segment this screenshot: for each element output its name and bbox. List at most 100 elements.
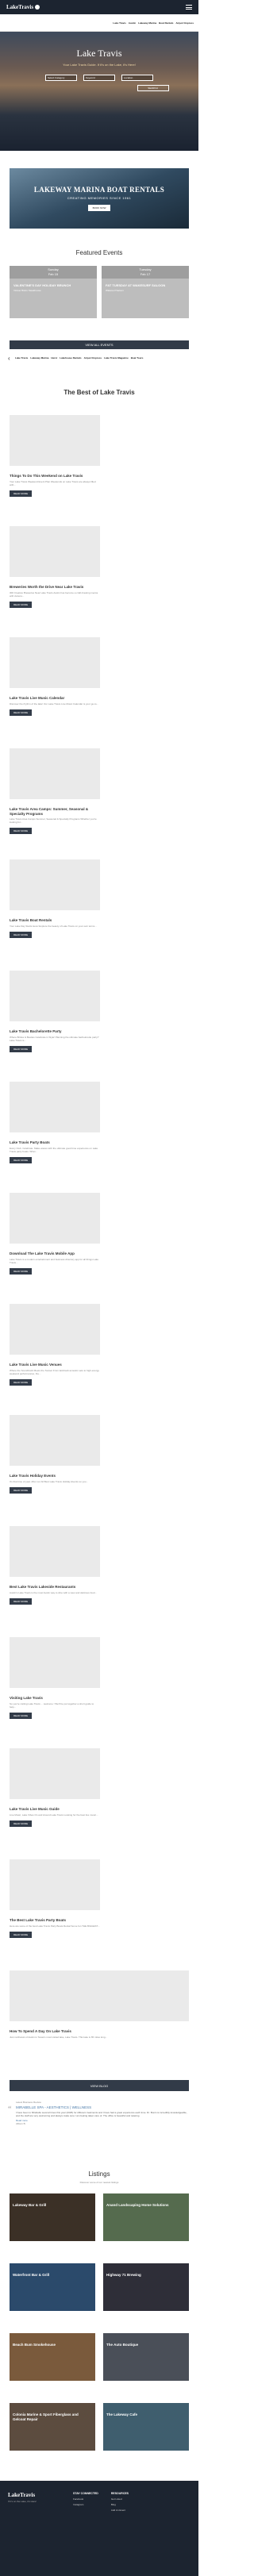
partner-logo[interactable]: Hurst — [51, 356, 57, 359]
read-more-button[interactable]: READ MORE — [10, 1267, 33, 1275]
blog-card[interactable]: The Best Lake Travis Party Boats Here are… — [10, 1859, 100, 1970]
read-more-button[interactable]: READ MORE — [10, 1156, 33, 1163]
blog-card-title[interactable]: Lake Travis Area Camps: Summer, Seasonal… — [10, 807, 100, 816]
partner-logo[interactable]: Lakeway Marina — [30, 356, 48, 359]
quote-icon: “ — [8, 2105, 12, 2114]
read-more-button[interactable]: READ MORE — [10, 828, 33, 834]
location-input[interactable]: Location — [121, 75, 153, 81]
blog-card-title[interactable]: Lake Travis Live Music Calendar — [10, 696, 100, 701]
listing-card[interactable]: Anand Landscaping Home Solutions — [103, 2193, 189, 2241]
footer-tagline: If it's on the Lake, it's Here! — [8, 2500, 37, 2503]
read-more-button[interactable]: READ MORE — [10, 1486, 33, 1494]
site-logo[interactable]: LakeTravis — [6, 4, 40, 10]
marina-banner[interactable]: LAKEWAY MARINA BOAT RENTALS CREATING MEM… — [10, 168, 189, 229]
blog-card-title[interactable]: Things To Do This Weekend on Lake Travis — [10, 474, 100, 479]
blog-card[interactable]: Lake Travis Bachelorette Party Where Brid… — [10, 971, 100, 1082]
read-more-button[interactable]: READ MORE — [10, 1712, 33, 1719]
review-title[interactable]: MIRABELLE SPA - AESTHETICS | WELLNESS — [10, 2105, 189, 2109]
read-more-button[interactable]: READ MORE — [10, 1598, 33, 1605]
blog-card[interactable]: Lake Travis Live Music Venues Where the S… — [10, 1304, 100, 1415]
blog-card-title[interactable]: Download The Lake Travis Mobile App — [10, 1251, 100, 1256]
footer-link-instagram[interactable]: Instagram — [73, 2503, 98, 2506]
blog-card[interactable]: Download The Lake Travis Mobile App Lake … — [10, 1193, 100, 1304]
footer-link-facebook[interactable]: Facebook — [73, 2497, 98, 2501]
read-more-button[interactable]: READ MORE — [10, 490, 33, 497]
event-venue: Vintner Bistro Steakhouse — [13, 289, 41, 292]
blog-card-excerpt: Lake Travis Area Camps Summer, Seasonal … — [10, 817, 97, 824]
read-more-button[interactable]: READ MORE — [10, 601, 33, 608]
listing-card[interactable]: The Auto Boutique — [103, 2333, 189, 2381]
review-meta: Latest Business Review — [16, 2101, 41, 2104]
blog-card-title[interactable]: Lake Travis Bachelorette Party — [10, 1029, 100, 1034]
blog-card-title[interactable]: Lake Travis Holiday Events — [10, 1474, 100, 1478]
blog-card-title[interactable]: Breweries Worth the Drive Near Lake Trav… — [10, 585, 100, 590]
blog-card[interactable]: Lake Travis Party Boats Every Club. Celeb… — [10, 1082, 100, 1193]
read-more-button[interactable]: READ MORE — [10, 709, 33, 716]
read-more-button[interactable]: READ MORE — [10, 1931, 33, 1938]
footer-link-blog[interactable]: Blog — [111, 2503, 129, 2506]
blog-card[interactable]: Breweries Worth the Drive Near Lake Trav… — [10, 526, 100, 637]
listing-card[interactable]: The Lakeway Cafe — [103, 2403, 189, 2451]
listing-card[interactable]: Lakeway Bar & Grill — [10, 2193, 95, 2241]
footer-link-get-listed[interactable]: Get Listed — [111, 2497, 129, 2501]
keyword-input[interactable]: Keyword — [83, 75, 115, 81]
sponsor-logo[interactable]: Austin — [129, 21, 136, 25]
blog-card-title[interactable]: Visiting Lake Travis — [10, 1696, 100, 1701]
sponsor-logo[interactable]: Lakeway Marina — [138, 21, 156, 25]
footer-brand: LakeTravis If it's on the Lake, it's Her… — [8, 2492, 37, 2565]
search-button[interactable]: SEARCH — [137, 85, 169, 91]
partner-logo[interactable]: Airport Express — [84, 356, 102, 359]
blog-card[interactable]: Things To Do This Weekend on Lake Travis… — [10, 415, 100, 526]
best-of-grid: Things To Do This Weekend on Lake Travis… — [0, 396, 198, 1970]
blog-card-title[interactable]: The Best Lake Travis Party Boats — [10, 1918, 100, 1923]
blog-card[interactable]: Visiting Lake Travis So you're visiting L… — [10, 1637, 100, 1748]
footer-logo[interactable]: LakeTravis — [8, 2492, 37, 2498]
blog-card-excerpt: Austin's Lake Travis is the most Austin … — [10, 1590, 97, 1594]
book-now-button[interactable]: BOOK NOW — [87, 205, 111, 211]
event-card[interactable]: Tuesday Feb 17 FAT TUESDAY AT WAKESURF S… — [102, 266, 189, 318]
blog-card-title[interactable]: Lake Travis Boat Rentals — [10, 918, 100, 923]
listing-card[interactable]: Waterfront Bar & Grill — [10, 2263, 95, 2311]
partner-logo[interactable]: Lakehouse Rentals — [60, 356, 81, 359]
blog-card[interactable]: Best Lake Travis Lakeside Restaurants Aus… — [10, 1526, 100, 1637]
partner-logo[interactable]: Boat Tours — [131, 356, 144, 359]
footer-col-title: RESOURCES — [110, 2492, 129, 2495]
blog-card[interactable]: Lake Travis Boat Rentals Your Lake Day St… — [10, 859, 100, 971]
menu-icon[interactable] — [186, 5, 192, 10]
category-select[interactable]: Select Category — [45, 75, 77, 81]
chevron-left-icon[interactable]: ‹ — [8, 355, 13, 362]
blog-card[interactable]: Lake Travis Live Music Calendar Discover … — [10, 637, 100, 748]
blog-card-excerpt: Your Lake Travis Weekend Event Plan Week… — [10, 479, 96, 486]
view-blog-button[interactable]: VIEW BLOG — [10, 2080, 189, 2091]
blog-card-full[interactable]: How To Spend A Day On Lake Travis Just n… — [10, 1970, 189, 2075]
footer-link-add-event[interactable]: Add An Event — [111, 2509, 129, 2512]
read-more-button[interactable]: READ MORE — [10, 1378, 33, 1386]
blog-card-title[interactable]: Lake Travis Live Music Venues — [10, 1363, 100, 1367]
blog-card-title[interactable]: Lake Travis Party Boats — [10, 1140, 100, 1145]
listing-card[interactable]: Highway 71 Brewing — [103, 2263, 189, 2311]
sun-icon — [35, 5, 40, 10]
sponsor-logo[interactable]: Lake Travis — [113, 21, 125, 25]
listing-card[interactable]: Colonia Marine & Sport Fiberglass and Ge… — [10, 2403, 95, 2451]
partner-logo[interactable]: Lake Travis — [15, 356, 28, 359]
read-more-button[interactable]: READ MORE — [10, 1045, 33, 1052]
event-card[interactable]: Sunday Feb 15 VALENTINE'S DAY HOLIDAY BR… — [10, 266, 97, 318]
blog-card[interactable]: Lake Travis Live Music Guide Live Music, … — [10, 1748, 100, 1859]
blog-card-title[interactable]: Lake Travis Live Music Guide — [10, 1807, 100, 1812]
blog-card[interactable]: Lake Travis Holiday Events It's that time… — [10, 1415, 100, 1526]
logo-text: LakeTravis — [6, 4, 34, 10]
hero-title: Lake Travis — [76, 48, 122, 59]
blog-card[interactable]: Lake Travis Area Camps: Summer, Seasonal… — [10, 748, 100, 859]
blog-card-title[interactable]: How To Spend A Day On Lake Travis — [10, 2029, 189, 2034]
sponsor-logo[interactable]: Boat Rentals — [159, 21, 173, 25]
listing-name: The Auto Boutique — [106, 2343, 139, 2347]
view-all-events-button[interactable]: VIEW ALL EVENTS — [10, 340, 189, 349]
partner-logo[interactable]: Lake Travis Magazine — [104, 356, 129, 359]
read-more-button[interactable]: READ MORE — [10, 931, 33, 938]
blog-card-title[interactable]: Best Lake Travis Lakeside Restaurants — [10, 1585, 100, 1590]
listing-card[interactable]: Beach Bum Smokehouse — [10, 2333, 95, 2381]
read-more-button[interactable]: READ MORE — [10, 1820, 33, 1827]
blog-card-image — [10, 971, 100, 1021]
sponsor-logo[interactable]: Airport Express — [175, 21, 194, 25]
featured-events-title: Featured Events — [75, 249, 123, 256]
